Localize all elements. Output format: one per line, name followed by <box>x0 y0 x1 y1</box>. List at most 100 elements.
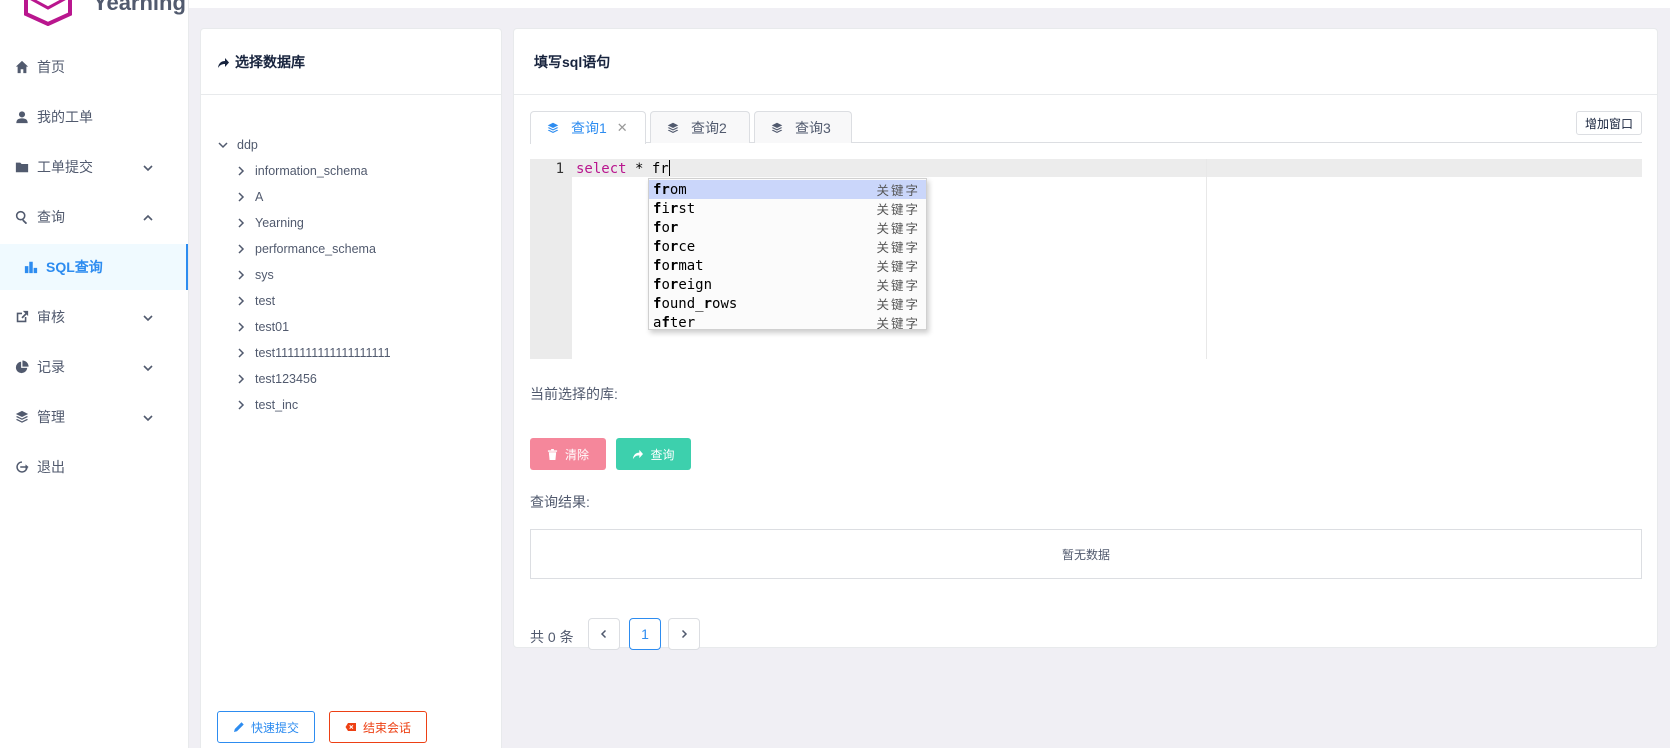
autocomplete-item[interactable]: format 关键字 <box>649 256 926 275</box>
tree-node-database[interactable]: test <box>235 291 275 311</box>
chevron-right-icon[interactable] <box>235 217 247 229</box>
current-db-label: 当前选择的库: <box>530 386 618 402</box>
chevron-up-icon <box>142 211 154 223</box>
autocomplete-meta: 关键字 <box>876 240 920 255</box>
tree-node-database[interactable]: information_schema <box>235 161 368 181</box>
tree-node-label: information_schema <box>255 164 368 178</box>
pie-chart-icon <box>15 360 29 374</box>
chevron-right-icon[interactable] <box>235 373 247 385</box>
search-icon <box>15 210 29 224</box>
autocomplete-word: format <box>653 257 704 274</box>
tree-node-database[interactable]: A <box>235 187 263 207</box>
tab-label: 查询3 <box>795 119 831 136</box>
tab-query-2[interactable]: 查询2 <box>650 111 750 143</box>
tree-node-database[interactable]: performance_schema <box>235 239 376 259</box>
quick-submit-button[interactable]: 快速提交 <box>217 711 315 743</box>
chevron-down-icon[interactable] <box>217 139 229 151</box>
query-button[interactable]: 查询 <box>616 438 691 470</box>
chevron-right-icon[interactable] <box>235 347 247 359</box>
editor-gutter: 1 <box>530 159 572 359</box>
sql-keyword: select <box>576 161 627 177</box>
tree-node-database[interactable]: test01 <box>235 317 289 337</box>
autocomplete-word: first <box>653 200 696 217</box>
trash-icon <box>547 448 558 460</box>
tree-node-database[interactable]: sys <box>235 265 274 285</box>
next-page-button[interactable] <box>668 618 700 650</box>
code-line[interactable]: select * fr <box>576 160 670 177</box>
sidebar-item-query[interactable]: 查询 <box>0 194 188 240</box>
sidebar-item-label: 审核 <box>37 309 65 325</box>
sidebar-item-label: 工单提交 <box>37 159 93 175</box>
close-icon[interactable]: ✕ <box>617 120 628 136</box>
chevron-right-icon[interactable] <box>235 165 247 177</box>
autocomplete-item[interactable]: from 关键字 <box>649 180 926 199</box>
chevron-left-icon <box>600 629 607 639</box>
tree-node-label: Yearning <box>255 216 304 230</box>
pagination-total: 共 0 条 <box>530 629 574 645</box>
tab-label: 查询1 <box>571 120 607 136</box>
clear-button[interactable]: 清除 <box>530 438 606 470</box>
sidebar-item-home[interactable]: 首页 <box>0 44 188 90</box>
tree-node-database[interactable]: test_inc <box>235 395 298 415</box>
end-session-button[interactable]: 结束会话 <box>329 711 427 743</box>
quick-submit-label: 快速提交 <box>250 720 299 735</box>
page-1-button[interactable]: 1 <box>629 618 661 650</box>
autocomplete-item[interactable]: foreign 关键字 <box>649 275 926 294</box>
tree-node-database[interactable]: test123456 <box>235 369 317 389</box>
chevron-down-icon <box>142 361 154 373</box>
autocomplete-item[interactable]: found_rows 关键字 <box>649 294 926 313</box>
sidebar-item-sql-query[interactable]: SQL查询 <box>0 244 188 290</box>
tab-label: 查询2 <box>691 119 727 136</box>
chevron-right-icon <box>681 629 688 639</box>
autocomplete-item[interactable]: after 关键字 <box>649 313 926 332</box>
sidebar-item-ticket-submit[interactable]: 工单提交 <box>0 144 188 190</box>
chevron-down-icon <box>142 311 154 323</box>
share-arrow-icon <box>217 56 229 68</box>
autocomplete-word: foreign <box>653 276 713 293</box>
autocomplete-item[interactable]: force 关键字 <box>649 237 926 256</box>
tree-node-database[interactable]: Yearning <box>235 213 304 233</box>
sidebar-item-audit[interactable]: 审核 <box>0 294 188 340</box>
empty-text: 暂无数据 <box>1061 547 1110 562</box>
sidebar-item-label: 首页 <box>37 59 65 75</box>
sidebar-item-manage[interactable]: 管理 <box>0 394 188 440</box>
sidebar-item-label: 记录 <box>37 359 65 375</box>
tab-query-1[interactable]: 查询1 ✕ <box>530 111 646 144</box>
autocomplete-meta: 关键字 <box>876 221 920 236</box>
autocomplete-meta: 关键字 <box>876 316 920 331</box>
chevron-right-icon[interactable] <box>235 321 247 333</box>
tree-node-label: A <box>255 190 264 204</box>
chevron-right-icon[interactable] <box>235 295 247 307</box>
chevron-right-icon[interactable] <box>235 399 247 411</box>
query-label: 查询 <box>650 447 675 462</box>
sidebar-item-my-tickets[interactable]: 我的工单 <box>0 94 188 140</box>
sidebar-item-logout[interactable]: 退出 <box>0 444 188 490</box>
autocomplete-item[interactable]: first 关键字 <box>649 199 926 218</box>
clear-label: 清除 <box>564 447 589 462</box>
chevron-right-icon[interactable] <box>235 243 247 255</box>
bar-chart-icon <box>24 260 38 274</box>
user-icon <box>15 110 29 124</box>
result-table: 暂无数据 <box>530 529 1642 579</box>
add-window-button[interactable]: 增加窗口 <box>1575 111 1642 135</box>
top-header <box>189 0 1670 8</box>
logo: Yearning <box>18 0 188 26</box>
chevron-right-icon[interactable] <box>235 191 247 203</box>
prev-page-button[interactable] <box>588 618 620 650</box>
line-number: 1 <box>555 161 564 177</box>
chevron-right-icon[interactable] <box>235 269 247 281</box>
sidebar-item-label: SQL查询 <box>46 259 103 275</box>
autocomplete-meta: 关键字 <box>876 297 920 312</box>
tree-node-root[interactable]: ddp <box>217 135 258 155</box>
tree-node-database[interactable]: test1111111111111111111 <box>235 343 391 363</box>
sidebar: Yearning 首页 我的工单 工单提交 查询 SQL查询 审核 记录 管理 <box>0 0 189 748</box>
query-result-label: 查询结果: <box>530 494 590 510</box>
autocomplete-item[interactable]: for 关键字 <box>649 218 926 237</box>
sidebar-item-label: 退出 <box>37 459 65 475</box>
sidebar-item-records[interactable]: 记录 <box>0 344 188 390</box>
tab-query-3[interactable]: 查询3 <box>754 111 852 143</box>
layers-icon <box>547 122 559 134</box>
brand-name: Yearning <box>93 0 186 15</box>
logout-icon <box>15 460 29 474</box>
sql-text: * fr <box>626 161 669 177</box>
